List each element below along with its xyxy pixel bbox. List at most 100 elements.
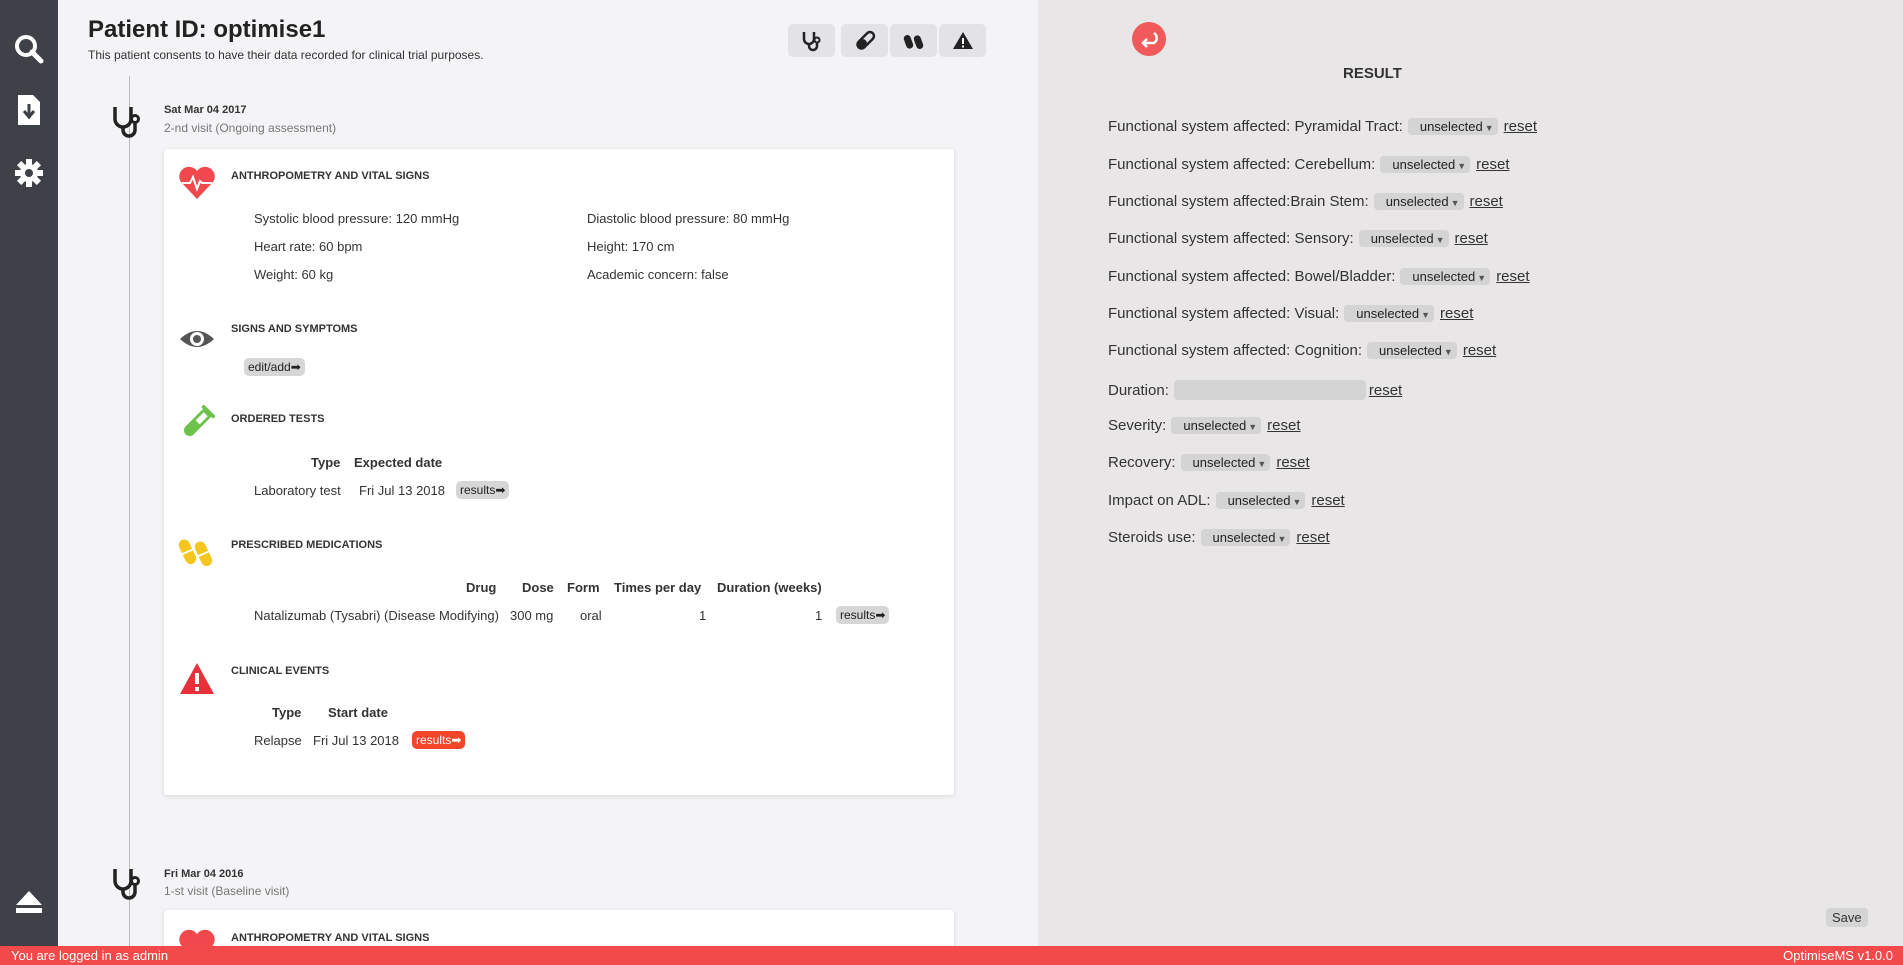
section-title: ANTHROPOMETRY AND VITAL SIGNS bbox=[231, 932, 430, 944]
result-row: Functional system affected: Cognition: u… bbox=[1108, 342, 1496, 359]
add-record-toolbar bbox=[788, 24, 986, 57]
timeline-line bbox=[129, 76, 130, 946]
app-version: OptimiseMS v1.0.0 bbox=[1783, 948, 1893, 963]
reset-link[interactable]: reset bbox=[1476, 156, 1509, 173]
patient-id-value: optimise1 bbox=[213, 16, 326, 43]
select-value: unselected bbox=[1192, 455, 1256, 470]
select-value: unselected bbox=[1212, 530, 1276, 545]
select-value: unselected bbox=[1412, 269, 1476, 284]
vital-value: Diastolic blood pressure: 80 mmHg bbox=[587, 211, 790, 226]
column-header: Form bbox=[567, 580, 600, 595]
reset-link[interactable]: reset bbox=[1463, 342, 1496, 359]
result-row: Functional system affected: Visual: unse… bbox=[1108, 305, 1473, 322]
select-impact-on-adl[interactable]: unselected ▼ bbox=[1215, 492, 1306, 509]
field-label: Recovery: bbox=[1108, 454, 1176, 471]
vital-value: Height: 170 cm bbox=[587, 239, 675, 254]
select-recovery[interactable]: unselected ▼ bbox=[1180, 454, 1271, 471]
reset-link[interactable]: reset bbox=[1267, 417, 1300, 434]
add-visit-button[interactable] bbox=[788, 24, 835, 57]
table-cell: Fri Jul 13 2018 bbox=[313, 733, 399, 748]
visit-card: ANTHROPOMETRY AND VITAL SIGNS bbox=[164, 910, 954, 946]
test-tube-icon bbox=[183, 405, 215, 437]
heart-icon bbox=[179, 166, 215, 199]
add-medication-button[interactable] bbox=[890, 24, 937, 57]
field-label: Functional system affected: Visual: bbox=[1108, 305, 1340, 322]
field-label: Impact on ADL: bbox=[1108, 492, 1211, 509]
select-severity[interactable]: unselected ▼ bbox=[1171, 417, 1262, 434]
field-label: Functional system affected:Brain Stem: bbox=[1108, 193, 1369, 210]
status-bar: You are logged in as admin OptimiseMS v1… bbox=[0, 946, 1903, 965]
back-button[interactable] bbox=[1132, 22, 1166, 56]
reset-link[interactable]: reset bbox=[1276, 454, 1309, 471]
reset-link[interactable]: reset bbox=[1440, 305, 1473, 322]
login-status: You are logged in as admin bbox=[11, 948, 169, 963]
visit-card: ANTHROPOMETRY AND VITAL SIGNS Systolic b… bbox=[164, 149, 954, 795]
download-icon[interactable] bbox=[13, 94, 45, 126]
table-cell: 1 bbox=[815, 608, 823, 623]
table-cell: Relapse bbox=[254, 733, 302, 748]
select-pyramidal-tract[interactable]: unselected ▼ bbox=[1407, 118, 1498, 135]
visit-date: Sat Mar 04 2017 bbox=[164, 104, 247, 116]
column-header: Drug bbox=[466, 580, 497, 595]
duration-input[interactable] bbox=[1173, 380, 1366, 400]
result-row: Functional system affected: Pyramidal Tr… bbox=[1108, 118, 1537, 135]
reset-link[interactable]: reset bbox=[1496, 268, 1529, 285]
chevron-down-icon: ▼ bbox=[1435, 235, 1445, 245]
chevron-down-icon: ▼ bbox=[1257, 459, 1267, 469]
results-button[interactable]: results➡ bbox=[456, 481, 510, 499]
select-cognition[interactable]: unselected ▼ bbox=[1367, 342, 1457, 359]
chevron-down-icon: ▼ bbox=[1484, 123, 1494, 133]
select-steroids-use[interactable]: unselected ▼ bbox=[1200, 529, 1291, 546]
select-value: unselected bbox=[1356, 306, 1420, 321]
eject-icon[interactable] bbox=[13, 886, 45, 918]
select-value: unselected bbox=[1419, 119, 1483, 134]
visit-type: 1-st visit (Baseline visit) bbox=[164, 884, 290, 898]
return-arrow-icon bbox=[1141, 31, 1158, 48]
page-title: Patient ID: optimise1 bbox=[88, 16, 484, 44]
add-test-button[interactable] bbox=[841, 24, 888, 57]
reset-link[interactable]: reset bbox=[1369, 382, 1402, 399]
select-cerebellum[interactable]: unselected ▼ bbox=[1380, 156, 1471, 173]
result-row: Steroids use: unselected ▼ reset bbox=[1108, 529, 1330, 546]
result-row: Functional system affected: Cerebellum: … bbox=[1108, 156, 1510, 173]
table-cell: Natalizumab (Tysabri) (Disease Modifying… bbox=[254, 608, 499, 623]
reset-link[interactable]: reset bbox=[1504, 118, 1537, 135]
gear-icon[interactable] bbox=[13, 157, 45, 189]
reset-link[interactable]: reset bbox=[1296, 529, 1329, 546]
column-header: Type bbox=[311, 455, 341, 470]
save-button[interactable]: Save bbox=[1826, 908, 1868, 927]
reset-link[interactable]: reset bbox=[1455, 230, 1488, 247]
edit-add-button[interactable]: edit/add➡ bbox=[244, 358, 305, 376]
table-cell: 1 bbox=[699, 608, 707, 623]
search-icon[interactable] bbox=[13, 33, 45, 65]
field-label: Functional system affected: Cerebellum: bbox=[1108, 156, 1376, 173]
table-cell: Laboratory test bbox=[254, 483, 341, 498]
select-bowel-bladder[interactable]: unselected ▼ bbox=[1400, 268, 1491, 285]
result-row: Severity: unselected ▼ reset bbox=[1108, 417, 1301, 434]
column-header: Dose bbox=[522, 580, 554, 595]
select-sensory[interactable]: unselected ▼ bbox=[1358, 230, 1449, 247]
select-visual[interactable]: unselected ▼ bbox=[1344, 305, 1435, 322]
result-row: Duration: reset bbox=[1108, 380, 1402, 400]
reset-link[interactable]: reset bbox=[1311, 492, 1344, 509]
chevron-down-icon: ▼ bbox=[1477, 273, 1487, 283]
field-label: Steroids use: bbox=[1108, 529, 1196, 546]
section-title: ORDERED TESTS bbox=[231, 413, 325, 425]
pills-icon bbox=[178, 539, 213, 567]
column-header: Duration (weeks) bbox=[717, 580, 822, 595]
reset-link[interactable]: reset bbox=[1470, 193, 1503, 210]
result-row: Recovery: unselected ▼ reset bbox=[1108, 454, 1310, 471]
select-brain-stem[interactable]: unselected ▼ bbox=[1373, 193, 1464, 210]
results-button[interactable]: results➡ bbox=[836, 606, 890, 624]
visit-type: 2-nd visit (Ongoing assessment) bbox=[164, 121, 337, 135]
select-value: unselected bbox=[1183, 418, 1247, 433]
result-row: Impact on ADL: unselected ▼ reset bbox=[1108, 492, 1345, 509]
patient-timeline-panel: Patient ID: optimise1 This patient conse… bbox=[58, 0, 1038, 946]
field-label: Functional system affected: Sensory: bbox=[1108, 230, 1354, 247]
results-button[interactable]: results➡ bbox=[412, 731, 466, 749]
add-event-button[interactable] bbox=[939, 24, 986, 57]
chevron-down-icon: ▼ bbox=[1248, 422, 1258, 432]
field-label: Functional system affected: Cognition: bbox=[1108, 342, 1363, 359]
vital-value: Academic concern: false bbox=[587, 267, 729, 282]
section-title: CLINICAL EVENTS bbox=[231, 665, 330, 677]
